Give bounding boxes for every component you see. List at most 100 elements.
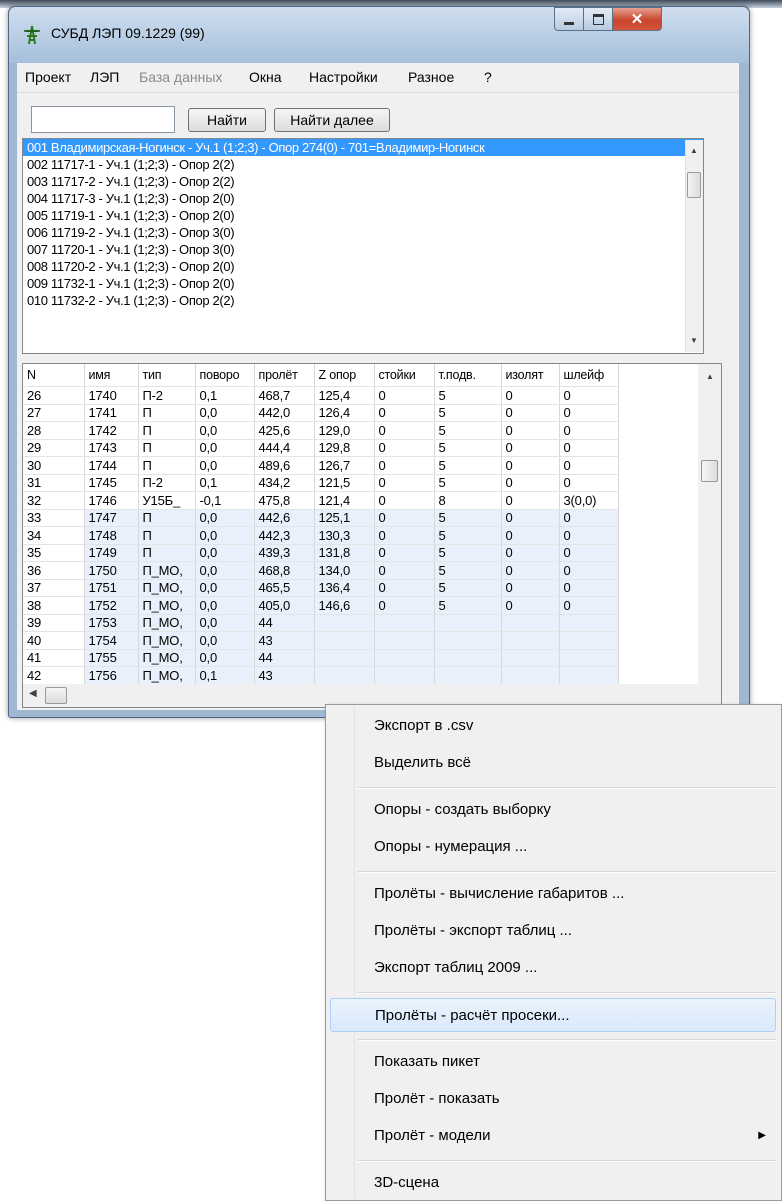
context-menu-item[interactable]: Пролёты - вычисление габаритов ...: [356, 877, 778, 911]
table-cell: 0: [501, 508, 560, 527]
towers-grid[interactable]: Nимя тип поворо пролёт Z опор стойки т.подв. из…: [22, 363, 722, 708]
close-button[interactable]: ✕: [612, 7, 662, 31]
route-list-item[interactable]: 008 11720-2 - Уч.1 (1;2;3) - Опор 2(0): [23, 258, 703, 275]
menu-settings[interactable]: Настройки: [309, 69, 378, 85]
table-cell: 1751: [83, 579, 139, 597]
scroll-left-icon[interactable]: ◀: [29, 688, 37, 699]
search-input[interactable]: [31, 106, 175, 133]
column-header[interactable]: поворо: [195, 364, 255, 387]
column-header[interactable]: N: [23, 364, 85, 387]
route-list-item[interactable]: 005 11719-1 - Уч.1 (1;2;3) - Опор 2(0): [23, 207, 703, 224]
route-list-item[interactable]: 007 11720-1 - Уч.1 (1;2;3) - Опор 3(0): [23, 241, 703, 258]
table-row[interactable]: 40 1754 П_МО, 0,0 43: [23, 631, 619, 650]
table-row[interactable]: 38 1752 П_МО, 0,0 405,0 146,6 0 5 0 0: [23, 596, 619, 615]
table-row[interactable]: 37 1751 П_МО, 0,0 465,5 136,4 0 5 0 0: [23, 579, 619, 597]
scroll-down-icon[interactable]: ▼: [690, 336, 698, 345]
table-row[interactable]: 32 1746 У15Б_ -0,1 475,8 121,4 0 8 0 3(0,0): [23, 491, 619, 510]
splitter[interactable]: [22, 358, 722, 362]
table-cell: -0,1: [195, 491, 255, 510]
table-row[interactable]: 33 1747 П 0,0 442,6 125,1 0 5 0 0: [23, 508, 619, 527]
scroll-up-icon[interactable]: ▲: [706, 372, 714, 381]
minimize-icon: [564, 21, 574, 25]
context-menu-item[interactable]: Экспорт таблиц 2009 ...: [356, 951, 778, 985]
table-row[interactable]: 26 1740 П-2 0,1 468,7 125,4 0 5 0 0: [23, 386, 619, 405]
title-bar[interactable]: СУБД ЛЭП 09.1229 (99) ✕: [9, 7, 749, 63]
column-header[interactable]: имя: [84, 364, 139, 387]
table-cell: [559, 614, 619, 632]
table-row[interactable]: 34 1748 П 0,0 442,3 130,3 0 5 0 0: [23, 526, 619, 545]
table-cell: [559, 666, 619, 685]
route-list[interactable]: 001 Владимирская-Ногинск - Уч.1 (1;2;3) …: [22, 138, 704, 354]
menu-help[interactable]: ?: [484, 69, 492, 85]
column-header[interactable]: пролёт: [254, 364, 315, 387]
column-header[interactable]: Z опор: [314, 364, 375, 387]
route-list-scrollbar[interactable]: ▲ ▼: [685, 140, 703, 352]
scroll-up-icon[interactable]: ▲: [690, 146, 698, 155]
scrollbar-thumb[interactable]: [687, 172, 701, 198]
context-menu-item[interactable]: Пролёты - расчёт просеки...: [330, 998, 776, 1032]
table-cell: 1756: [83, 666, 139, 685]
menu-windows[interactable]: Окна: [249, 69, 282, 85]
column-header[interactable]: изолят: [501, 364, 560, 387]
table-row[interactable]: 30 1744 П 0,0 489,6 126,7 0 5 0 0: [23, 456, 619, 475]
context-menu-item[interactable]: Пролёты - экспорт таблиц ...: [356, 914, 778, 948]
context-menu-gutter: [354, 707, 355, 1198]
table-cell: 1750: [83, 561, 139, 580]
route-list-item[interactable]: 004 11717-3 - Уч.1 (1;2;3) - Опор 2(0): [23, 190, 703, 207]
find-next-button[interactable]: Найти далее: [274, 108, 390, 132]
table-row[interactable]: 27 1741 П 0,0 442,0 126,4 0 5 0 0: [23, 404, 619, 422]
context-menu-item[interactable]: Пролёт - показать: [356, 1082, 778, 1116]
menu-power-line[interactable]: ЛЭП: [90, 69, 119, 85]
route-list-item[interactable]: 001 Владимирская-Ногинск - Уч.1 (1;2;3) …: [23, 139, 703, 156]
context-menu-item[interactable]: Опоры - создать выборку: [356, 793, 778, 827]
context-menu-item[interactable]: Показать пикет: [356, 1045, 778, 1079]
table-row[interactable]: 42 1756 П_МО, 0,1 43: [23, 666, 619, 685]
grid-vertical-scrollbar[interactable]: ▲: [698, 364, 721, 684]
table-cell: 5: [434, 561, 502, 580]
table-cell: [559, 649, 619, 667]
route-list-item[interactable]: 006 11719-2 - Уч.1 (1;2;3) - Опор 3(0): [23, 224, 703, 241]
towers-table: Nимя тип поворо пролёт Z опор стойки т.подв. из…: [23, 364, 619, 707]
column-header[interactable]: т.подв.: [434, 364, 502, 387]
table-cell: 37: [23, 579, 85, 597]
menu-separator: [358, 871, 776, 873]
table-row[interactable]: 39 1753 П_МО, 0,0 44: [23, 614, 619, 632]
menu-item-label: Экспорт в .csv: [374, 717, 474, 734]
table-cell: 44: [254, 614, 315, 632]
table-cell: 442,6: [254, 508, 315, 527]
table-row[interactable]: 35 1749 П 0,0 439,3 131,8 0 5 0 0: [23, 544, 619, 562]
table-cell: 121,5: [314, 474, 375, 492]
context-menu-item[interactable]: Выделить всё: [356, 746, 778, 780]
table-cell: 0: [501, 404, 560, 422]
table-row[interactable]: 41 1755 П_МО, 0,0 44: [23, 649, 619, 667]
context-menu-item[interactable]: Пролёт - модели ▶: [356, 1119, 778, 1153]
context-menu-item[interactable]: Экспорт в .csv: [356, 709, 778, 743]
menu-misc[interactable]: Разное: [408, 69, 454, 85]
table-cell: 5: [434, 508, 502, 527]
column-header[interactable]: стойки: [374, 364, 435, 387]
context-menu-item[interactable]: Опоры - нумерация ...: [356, 830, 778, 864]
table-row[interactable]: 29 1743 П 0,0 444,4 129,8 0 5 0 0: [23, 439, 619, 457]
table-row[interactable]: 36 1750 П_МО, 0,0 468,8 134,0 0 5 0 0: [23, 561, 619, 580]
table-cell: 40: [23, 631, 85, 650]
route-list-item[interactable]: 002 11717-1 - Уч.1 (1;2;3) - Опор 2(2): [23, 156, 703, 173]
scrollbar-thumb[interactable]: [45, 687, 67, 704]
table-cell: [374, 631, 435, 650]
column-header[interactable]: тип: [138, 364, 196, 387]
table-row[interactable]: 28 1742 П 0,0 425,6 129,0 0 5 0 0: [23, 421, 619, 440]
context-menu-item[interactable]: 3D-сцена: [356, 1166, 778, 1200]
menu-project[interactable]: Проект: [25, 69, 71, 85]
find-button[interactable]: Найти: [188, 108, 266, 132]
column-header[interactable]: шлейф: [559, 364, 619, 387]
scrollbar-thumb[interactable]: [701, 460, 718, 482]
route-list-item[interactable]: 003 11717-2 - Уч.1 (1;2;3) - Опор 2(2): [23, 173, 703, 190]
table-cell: [434, 649, 502, 667]
table-cell: 0,0: [195, 631, 255, 650]
table-row[interactable]: 31 1745 П-2 0,1 434,2 121,5 0 5 0 0: [23, 474, 619, 492]
minimize-button[interactable]: [554, 7, 584, 31]
maximize-button[interactable]: [583, 7, 613, 31]
route-list-item[interactable]: 010 11732-2 - Уч.1 (1;2;3) - Опор 2(2): [23, 292, 703, 309]
route-list-item[interactable]: 009 11732-1 - Уч.1 (1;2;3) - Опор 2(0): [23, 275, 703, 292]
table-cell: 0: [374, 544, 435, 562]
table-cell: 5: [434, 421, 502, 440]
